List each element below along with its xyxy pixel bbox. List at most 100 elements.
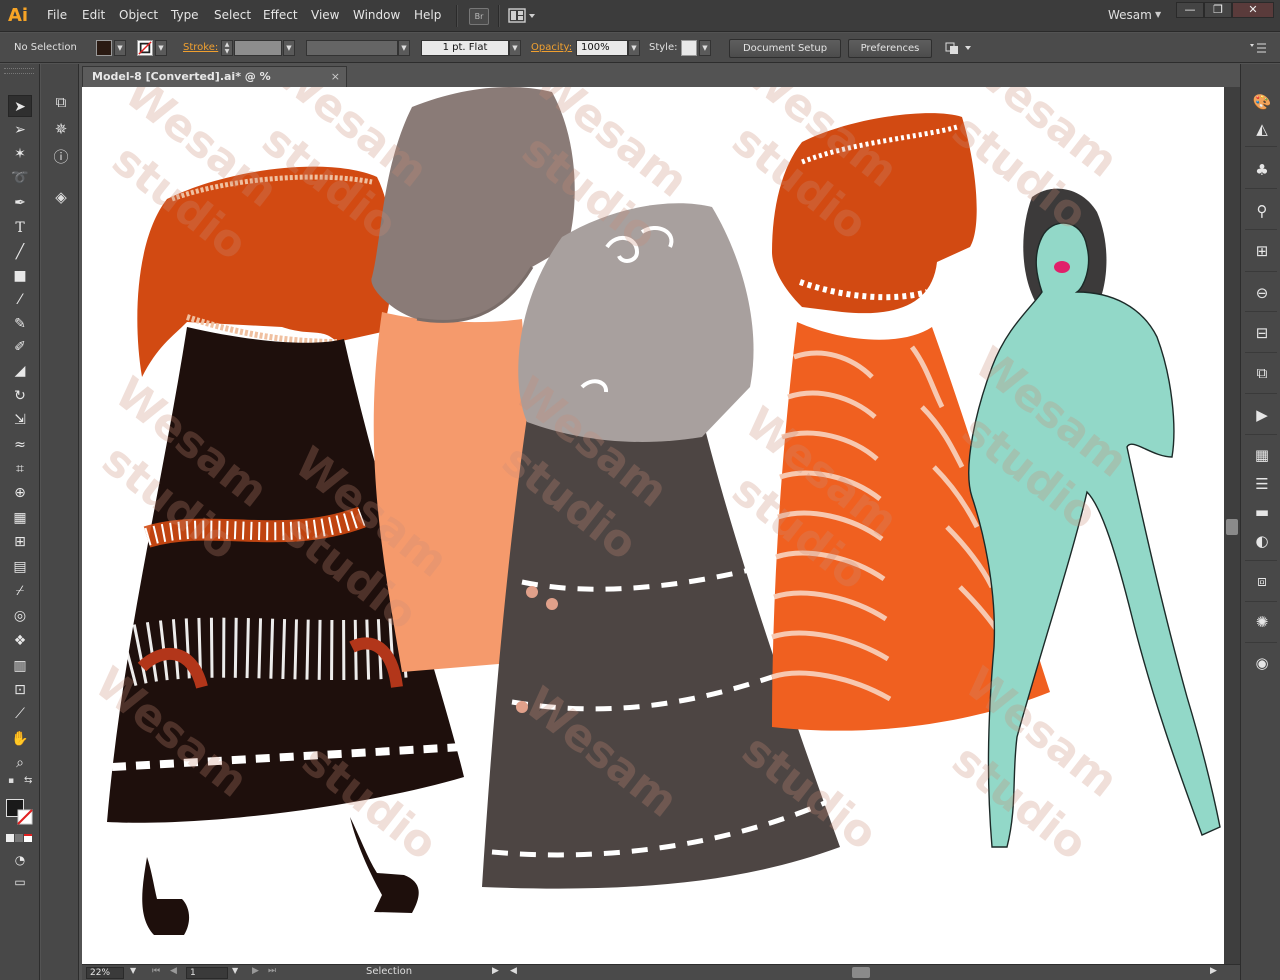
- color-guide-panel-icon[interactable]: ◭: [1250, 118, 1274, 140]
- zoom-dropdown[interactable]: ▼: [130, 966, 136, 975]
- graphic-style-swatch[interactable]: [681, 40, 697, 56]
- rectangle-tool-icon[interactable]: ■: [8, 265, 32, 287]
- mesh-tool-icon[interactable]: ⊞: [8, 531, 32, 553]
- slice-tool-icon[interactable]: ⟋: [8, 703, 32, 725]
- next-artboard-icon[interactable]: ▶: [252, 966, 259, 976]
- align-panel-icon[interactable]: ⊟: [1250, 322, 1274, 344]
- zoom-tool-icon[interactable]: ⌕: [8, 752, 32, 774]
- scroll-left-icon[interactable]: ◀: [510, 966, 517, 976]
- actions-panel-icon[interactable]: ▶: [1250, 404, 1274, 426]
- opacity-label[interactable]: Opacity:: [531, 42, 572, 53]
- symbols-panel-icon[interactable]: ✵: [49, 118, 73, 140]
- blend-tool-icon[interactable]: ◎: [8, 605, 32, 627]
- scale-tool-icon[interactable]: ⇲: [8, 409, 32, 431]
- bridge-button[interactable]: Br: [469, 8, 489, 25]
- menu-effect[interactable]: Effect: [263, 8, 298, 22]
- close-document-icon[interactable]: ×: [331, 67, 340, 87]
- control-panel-menu-icon[interactable]: [1249, 42, 1267, 55]
- rotate-tool-icon[interactable]: ↻: [8, 385, 32, 407]
- swap-fill-stroke-icon[interactable]: ⇆: [24, 775, 32, 786]
- menu-help[interactable]: Help: [414, 8, 441, 22]
- close-button[interactable]: ✕: [1232, 2, 1274, 18]
- transform-panel-icon[interactable]: ⧉: [49, 91, 73, 113]
- artboards-panel-icon[interactable]: ⧈: [1250, 570, 1274, 592]
- menu-view[interactable]: View: [311, 8, 339, 22]
- stroke-weight-stepper[interactable]: ▲ ▼: [221, 40, 233, 56]
- brush-definition-dropdown[interactable]: ▼: [509, 40, 521, 56]
- fill-dropdown[interactable]: ▼: [114, 40, 126, 56]
- menu-file[interactable]: File: [47, 8, 67, 22]
- symbols-panel-icon[interactable]: ⊞: [1250, 240, 1274, 262]
- column-graph-tool-icon[interactable]: ▥: [8, 655, 32, 677]
- layers-panel-icon[interactable]: ◈: [49, 186, 73, 208]
- blob-brush-tool-icon[interactable]: ✐: [8, 336, 32, 358]
- preferences-button[interactable]: Preferences: [848, 39, 932, 58]
- type-tool-icon[interactable]: T: [8, 217, 32, 239]
- graphic-style-dropdown[interactable]: ▼: [699, 40, 711, 56]
- shape-builder-tool-icon[interactable]: ⊕: [8, 482, 32, 504]
- arrange-documents-icon[interactable]: [508, 8, 536, 24]
- opacity-dropdown[interactable]: ▼: [628, 40, 640, 56]
- default-colors-icon[interactable]: ▪: [8, 776, 14, 786]
- paintbrush-tool-icon[interactable]: ⁄: [8, 289, 32, 311]
- eraser-tool-icon[interactable]: ◢: [8, 360, 32, 382]
- menu-select[interactable]: Select: [214, 8, 251, 22]
- appearance-panel-icon[interactable]: ☰: [1250, 473, 1274, 495]
- stroke-weight-field[interactable]: [234, 40, 282, 56]
- pathfinder-panel-icon[interactable]: ⧉: [1250, 362, 1274, 384]
- chevron-down-icon[interactable]: ▼: [1155, 10, 1161, 19]
- direct-selection-tool-icon[interactable]: ➢: [8, 119, 32, 141]
- minimize-button[interactable]: —: [1176, 2, 1204, 18]
- symbol-sprayer-tool-icon[interactable]: ❖: [8, 630, 32, 652]
- scroll-right-icon[interactable]: ▶: [1210, 966, 1217, 976]
- document-tab[interactable]: Model-8 [Converted].ai* @ % (RGB/Preview…: [82, 66, 347, 103]
- perspective-grid-tool-icon[interactable]: ▦: [8, 507, 32, 529]
- menu-type[interactable]: Type: [171, 8, 199, 22]
- swatches-panel-icon[interactable]: ♣: [1250, 159, 1274, 181]
- none-mode-icon[interactable]: [24, 834, 32, 842]
- restore-button[interactable]: ❐: [1204, 2, 1232, 18]
- selection-tool-icon[interactable]: ➤: [8, 95, 32, 117]
- artboard-number-field[interactable]: 1: [186, 967, 228, 979]
- arrange-icon[interactable]: [944, 41, 974, 56]
- last-artboard-icon[interactable]: ⏭: [268, 966, 276, 976]
- drawing-mode-icon[interactable]: ◔: [8, 849, 32, 871]
- pen-tool-icon[interactable]: ✒: [8, 192, 32, 214]
- horizontal-scroll-thumb[interactable]: [852, 967, 870, 978]
- workspace-switcher[interactable]: Wesam: [1108, 8, 1152, 22]
- hand-tool-icon[interactable]: ✋: [8, 728, 32, 750]
- gradient-mode-icon[interactable]: [15, 834, 23, 842]
- document-setup-button[interactable]: Document Setup: [729, 39, 841, 58]
- gradient-panel-icon[interactable]: ▬: [1250, 501, 1274, 523]
- stroke-label[interactable]: Stroke:: [183, 42, 218, 53]
- menu-edit[interactable]: Edit: [82, 8, 105, 22]
- fill-swatch[interactable]: [96, 40, 112, 56]
- zoom-field[interactable]: 22%: [86, 967, 124, 979]
- artboard-canvas[interactable]: Wesam studio Wesam studio Wesam studio W…: [82, 87, 1224, 964]
- color-mode-icon[interactable]: [6, 834, 14, 842]
- pencil-tool-icon[interactable]: ✎: [8, 313, 32, 335]
- artboard-tool-icon[interactable]: ⊡: [8, 679, 32, 701]
- previous-artboard-icon[interactable]: ◀: [170, 966, 177, 976]
- vertical-scrollbar[interactable]: [1224, 87, 1240, 964]
- eyedropper-tool-icon[interactable]: ⌿: [8, 580, 32, 602]
- magic-wand-tool-icon[interactable]: ✶: [8, 143, 32, 165]
- brush-definition-field[interactable]: 1 pt. Flat: [421, 40, 509, 56]
- menu-object[interactable]: Object: [119, 8, 158, 22]
- status-menu-icon[interactable]: ▶: [492, 966, 499, 976]
- line-tool-icon[interactable]: ╱: [8, 241, 32, 263]
- stroke-weight-dropdown[interactable]: ▼: [283, 40, 295, 56]
- width-tool-icon[interactable]: ≈: [8, 434, 32, 456]
- screen-mode-icon[interactable]: ▭: [8, 871, 32, 893]
- stroke-dropdown[interactable]: ▼: [155, 40, 167, 56]
- opacity-field[interactable]: 100%: [576, 40, 628, 56]
- stroke-panel-icon[interactable]: ⊖: [1250, 282, 1274, 304]
- free-transform-tool-icon[interactable]: ⌗: [8, 458, 32, 480]
- lasso-tool-icon[interactable]: ➰: [8, 167, 32, 189]
- gradient-tool-icon[interactable]: ▤: [8, 556, 32, 578]
- links-panel-icon[interactable]: ◉: [1250, 652, 1274, 674]
- variable-width-profile[interactable]: [306, 40, 398, 56]
- toolbar-grip[interactable]: [4, 68, 34, 74]
- vertical-scroll-thumb[interactable]: [1226, 519, 1238, 535]
- brushes-panel-icon[interactable]: ⚲: [1250, 200, 1274, 222]
